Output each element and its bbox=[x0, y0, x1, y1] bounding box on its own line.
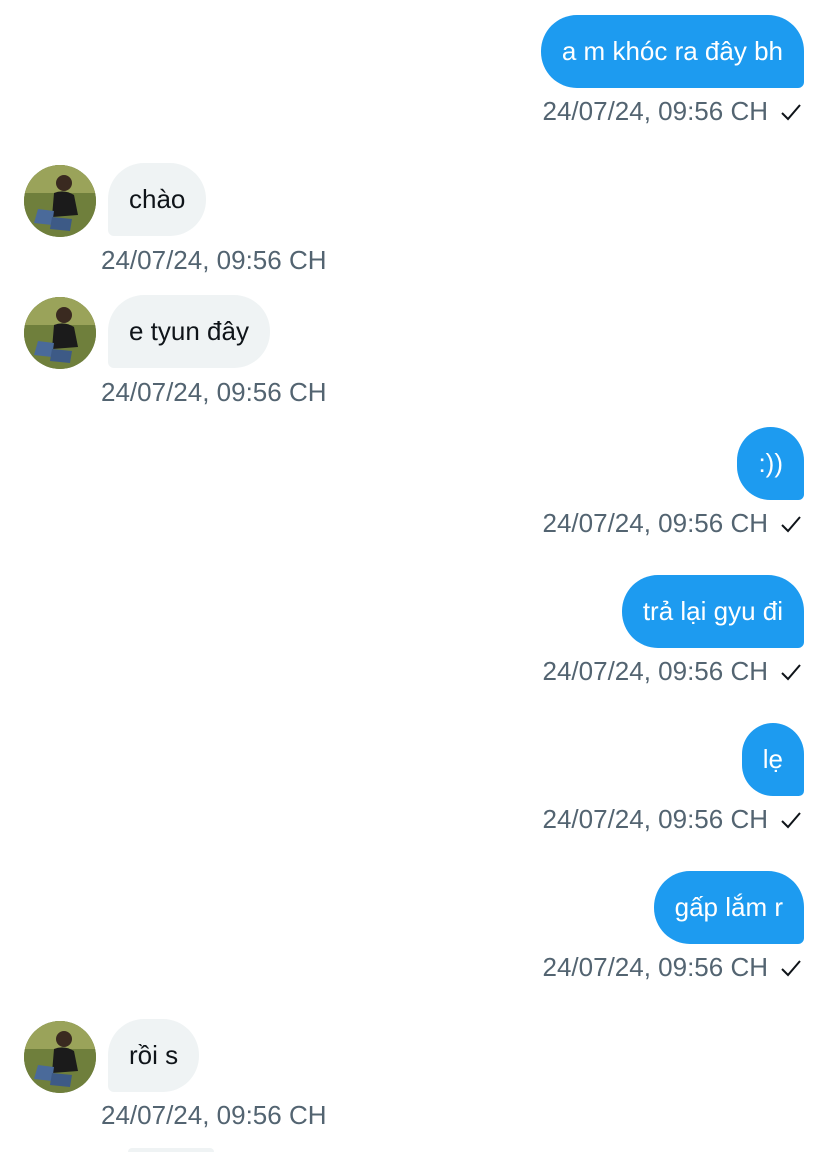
message-meta: 24/07/24, 09:56 CH bbox=[543, 656, 803, 687]
message-text: chào bbox=[129, 184, 186, 214]
message-bubble-received[interactable]: chào bbox=[108, 163, 207, 236]
message-meta: 24/07/24, 09:56 CH bbox=[543, 952, 803, 983]
message-bubble-received[interactable]: rồi s bbox=[108, 1019, 200, 1092]
message-meta: 24/07/24, 09:56 CH bbox=[543, 508, 803, 539]
message-timestamp: 24/07/24, 09:56 CH bbox=[542, 96, 769, 126]
message-bubble-sent[interactable]: a m khóc ra đây bh bbox=[540, 15, 804, 88]
avatar[interactable] bbox=[24, 165, 96, 237]
message-text: lẹ bbox=[762, 744, 783, 774]
message-text: rồi s bbox=[129, 1040, 179, 1070]
message-text: a m khóc ra đây bh bbox=[561, 36, 783, 66]
message-text: gấp lắm r bbox=[674, 892, 783, 922]
message-bubble-received[interactable]: e tyun đây bbox=[108, 295, 270, 368]
message-bubble-sent[interactable]: :)) bbox=[737, 427, 804, 500]
check-icon bbox=[781, 663, 801, 680]
message-text: :)) bbox=[758, 448, 783, 478]
message-bubble-received-partial[interactable] bbox=[128, 1148, 214, 1152]
message-timestamp: 24/07/24, 09:56 CH bbox=[101, 377, 327, 407]
message-bubble-sent[interactable]: trả lại gyu đi bbox=[621, 575, 804, 648]
message-text: e tyun đây bbox=[129, 316, 249, 346]
avatar[interactable] bbox=[24, 297, 96, 369]
check-icon bbox=[781, 959, 801, 976]
check-icon bbox=[781, 103, 801, 120]
avatar[interactable] bbox=[24, 1021, 96, 1093]
check-icon bbox=[781, 515, 801, 532]
message-meta: 24/07/24, 09:56 CH bbox=[543, 804, 803, 835]
message-timestamp: 24/07/24, 09:56 CH bbox=[542, 508, 769, 538]
check-icon bbox=[781, 811, 801, 828]
message-bubble-sent[interactable]: lẹ bbox=[741, 723, 804, 796]
message-timestamp: 24/07/24, 09:56 CH bbox=[542, 952, 769, 982]
user-avatar-icon bbox=[24, 165, 96, 237]
user-avatar-icon bbox=[24, 1021, 96, 1093]
message-meta: 24/07/24, 09:56 CH bbox=[543, 96, 803, 127]
message-timestamp: 24/07/24, 09:56 CH bbox=[542, 804, 769, 834]
message-timestamp: 24/07/24, 09:56 CH bbox=[101, 1100, 327, 1130]
message-text: trả lại gyu đi bbox=[642, 596, 783, 626]
message-timestamp: 24/07/24, 09:56 CH bbox=[101, 245, 327, 275]
message-bubble-sent[interactable]: gấp lắm r bbox=[653, 871, 804, 944]
message-timestamp: 24/07/24, 09:56 CH bbox=[542, 656, 769, 686]
user-avatar-icon bbox=[24, 297, 96, 369]
